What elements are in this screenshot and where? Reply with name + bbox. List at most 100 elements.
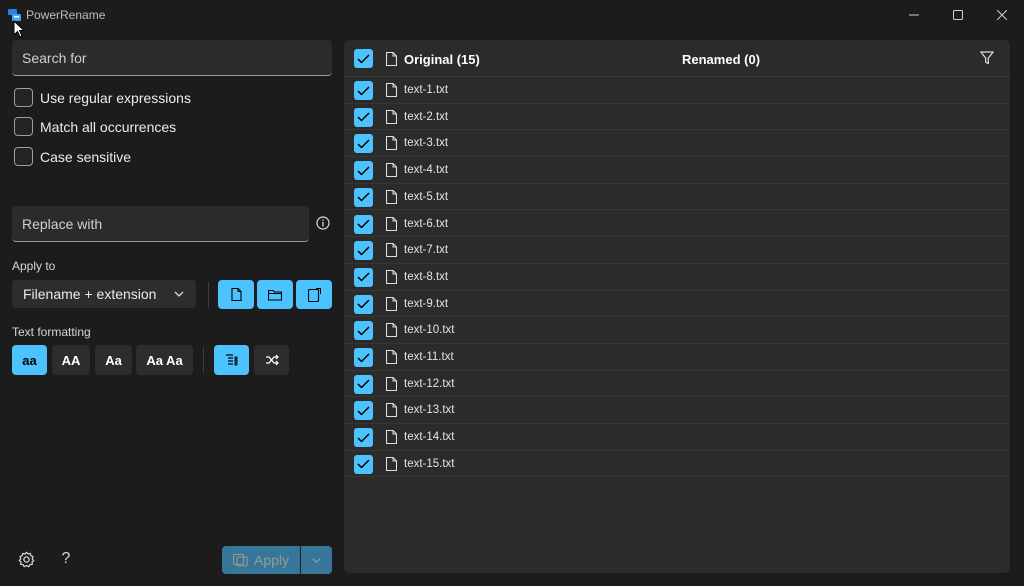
file-row[interactable]: text-11.txt <box>344 344 1010 371</box>
apply-label: Apply <box>253 552 290 568</box>
chevron-down-icon <box>312 557 321 563</box>
select-all-checkbox[interactable] <box>354 49 373 68</box>
checkmark-icon <box>357 272 370 282</box>
file-icon <box>386 456 397 471</box>
file-name: text-15.txt <box>404 457 455 470</box>
option-match-all[interactable]: Match all occurrences <box>14 117 176 136</box>
apply-to-label: Apply to <box>12 259 56 273</box>
row-checkbox[interactable] <box>354 134 373 154</box>
option-use-regex[interactable]: Use regular expressions <box>14 88 191 107</box>
checkmark-icon <box>357 166 370 176</box>
minimize-button[interactable] <box>892 0 936 30</box>
lowercase-button[interactable]: aa <box>12 345 47 375</box>
search-input[interactable]: Search for <box>12 40 332 76</box>
checkmark-icon <box>357 85 370 96</box>
checkmark-icon <box>357 459 370 469</box>
close-button[interactable] <box>980 0 1024 30</box>
file-row[interactable]: text-12.txt <box>344 371 1010 398</box>
file-icon <box>386 136 397 151</box>
renamed-column-header[interactable]: Renamed (0) <box>682 52 760 67</box>
checkbox[interactable] <box>14 117 33 136</box>
file-row[interactable]: text-4.txt <box>344 157 1010 184</box>
file-row[interactable]: text-6.txt <box>344 211 1010 238</box>
row-checkbox[interactable] <box>354 428 373 448</box>
text-formatting-label: Text formatting <box>12 325 91 339</box>
maximize-button[interactable] <box>936 0 980 30</box>
file-row[interactable]: text-7.txt <box>344 237 1010 264</box>
uppercase-button[interactable]: AA <box>52 345 90 375</box>
row-checkbox[interactable] <box>354 348 373 367</box>
file-row[interactable]: text-3.txt <box>344 130 1010 158</box>
checkmark-icon <box>357 53 370 64</box>
apply-to-selected: Filename + extension <box>23 286 157 302</box>
window-title: PowerRename <box>26 8 106 22</box>
option-label: Case sensitive <box>40 148 132 165</box>
apply-button[interactable]: Apply <box>222 546 300 574</box>
settings-gear-icon[interactable] <box>18 551 35 568</box>
file-icon <box>386 163 397 178</box>
row-checkbox[interactable] <box>354 401 373 421</box>
file-name: text-2.txt <box>404 110 449 123</box>
info-icon[interactable] <box>316 216 330 230</box>
row-checkbox[interactable] <box>354 107 373 127</box>
file-icon <box>386 350 397 364</box>
row-checkbox[interactable] <box>354 294 373 314</box>
row-checkbox[interactable] <box>354 454 373 474</box>
file-name: text-14.txt <box>404 431 455 444</box>
checkmark-icon <box>357 112 370 122</box>
filter-icon[interactable] <box>980 51 994 65</box>
file-row[interactable]: text-2.txt <box>344 104 1010 131</box>
file-row[interactable]: text-15.txt <box>344 451 1010 478</box>
file-icon <box>386 216 397 231</box>
apply-options-dropdown-button[interactable] <box>301 546 332 574</box>
randomize-button[interactable] <box>254 345 289 375</box>
capitalize-each-word-button[interactable]: Aa Aa <box>136 345 193 375</box>
original-column-header[interactable]: Original (15) <box>404 52 480 67</box>
row-checkbox[interactable] <box>354 187 373 207</box>
file-row[interactable]: text-9.txt <box>344 291 1010 318</box>
checkbox[interactable] <box>14 88 33 107</box>
row-checkbox[interactable] <box>354 241 373 261</box>
file-row[interactable]: text-13.txt <box>344 397 1010 425</box>
search-placeholder: Search for <box>22 49 87 66</box>
help-button[interactable]: ? <box>57 550 75 568</box>
file-name: text-6.txt <box>404 217 449 230</box>
row-checkbox[interactable] <box>354 321 373 341</box>
file-icon <box>386 269 397 284</box>
lowercase-label: aa <box>22 352 37 368</box>
file-row[interactable]: text-14.txt <box>344 424 1010 451</box>
minimize-icon <box>909 14 919 16</box>
titlecase-label: Aa <box>105 352 122 368</box>
file-name: text-13.txt <box>404 404 455 417</box>
apply-to-dropdown[interactable]: Filename + extension <box>12 280 196 308</box>
row-checkbox[interactable] <box>354 374 373 394</box>
maximize-icon <box>953 10 963 20</box>
include-subfolders-button[interactable] <box>296 280 332 309</box>
file-row[interactable]: text-10.txt <box>344 317 1010 344</box>
row-checkbox[interactable] <box>354 161 373 181</box>
include-files-button[interactable] <box>218 280 254 309</box>
include-folders-button[interactable] <box>257 280 293 309</box>
checkmark-icon <box>357 326 370 336</box>
close-icon <box>997 10 1007 20</box>
title-bar: PowerRename <box>0 0 1024 30</box>
row-checkbox[interactable] <box>354 267 373 287</box>
row-checkbox[interactable] <box>354 81 373 100</box>
file-icon <box>386 109 397 124</box>
option-case-sensitive[interactable]: Case sensitive <box>14 147 131 166</box>
checkbox[interactable] <box>14 147 33 166</box>
enumerate-items-button[interactable] <box>214 345 249 375</box>
file-icon <box>386 243 397 258</box>
file-row[interactable]: text-8.txt <box>344 264 1010 291</box>
file-icon <box>386 52 397 66</box>
checkmark-icon <box>357 246 370 256</box>
file-row[interactable]: text-1.txt <box>344 77 1010 104</box>
file-row[interactable]: text-5.txt <box>344 184 1010 211</box>
checkmark-icon <box>357 299 370 309</box>
file-name: text-10.txt <box>404 324 455 337</box>
checkmark-icon <box>357 379 370 389</box>
replace-input[interactable]: Replace with <box>12 206 309 242</box>
row-checkbox[interactable] <box>354 214 373 234</box>
divider <box>208 282 209 308</box>
titlecase-button[interactable]: Aa <box>95 345 132 375</box>
